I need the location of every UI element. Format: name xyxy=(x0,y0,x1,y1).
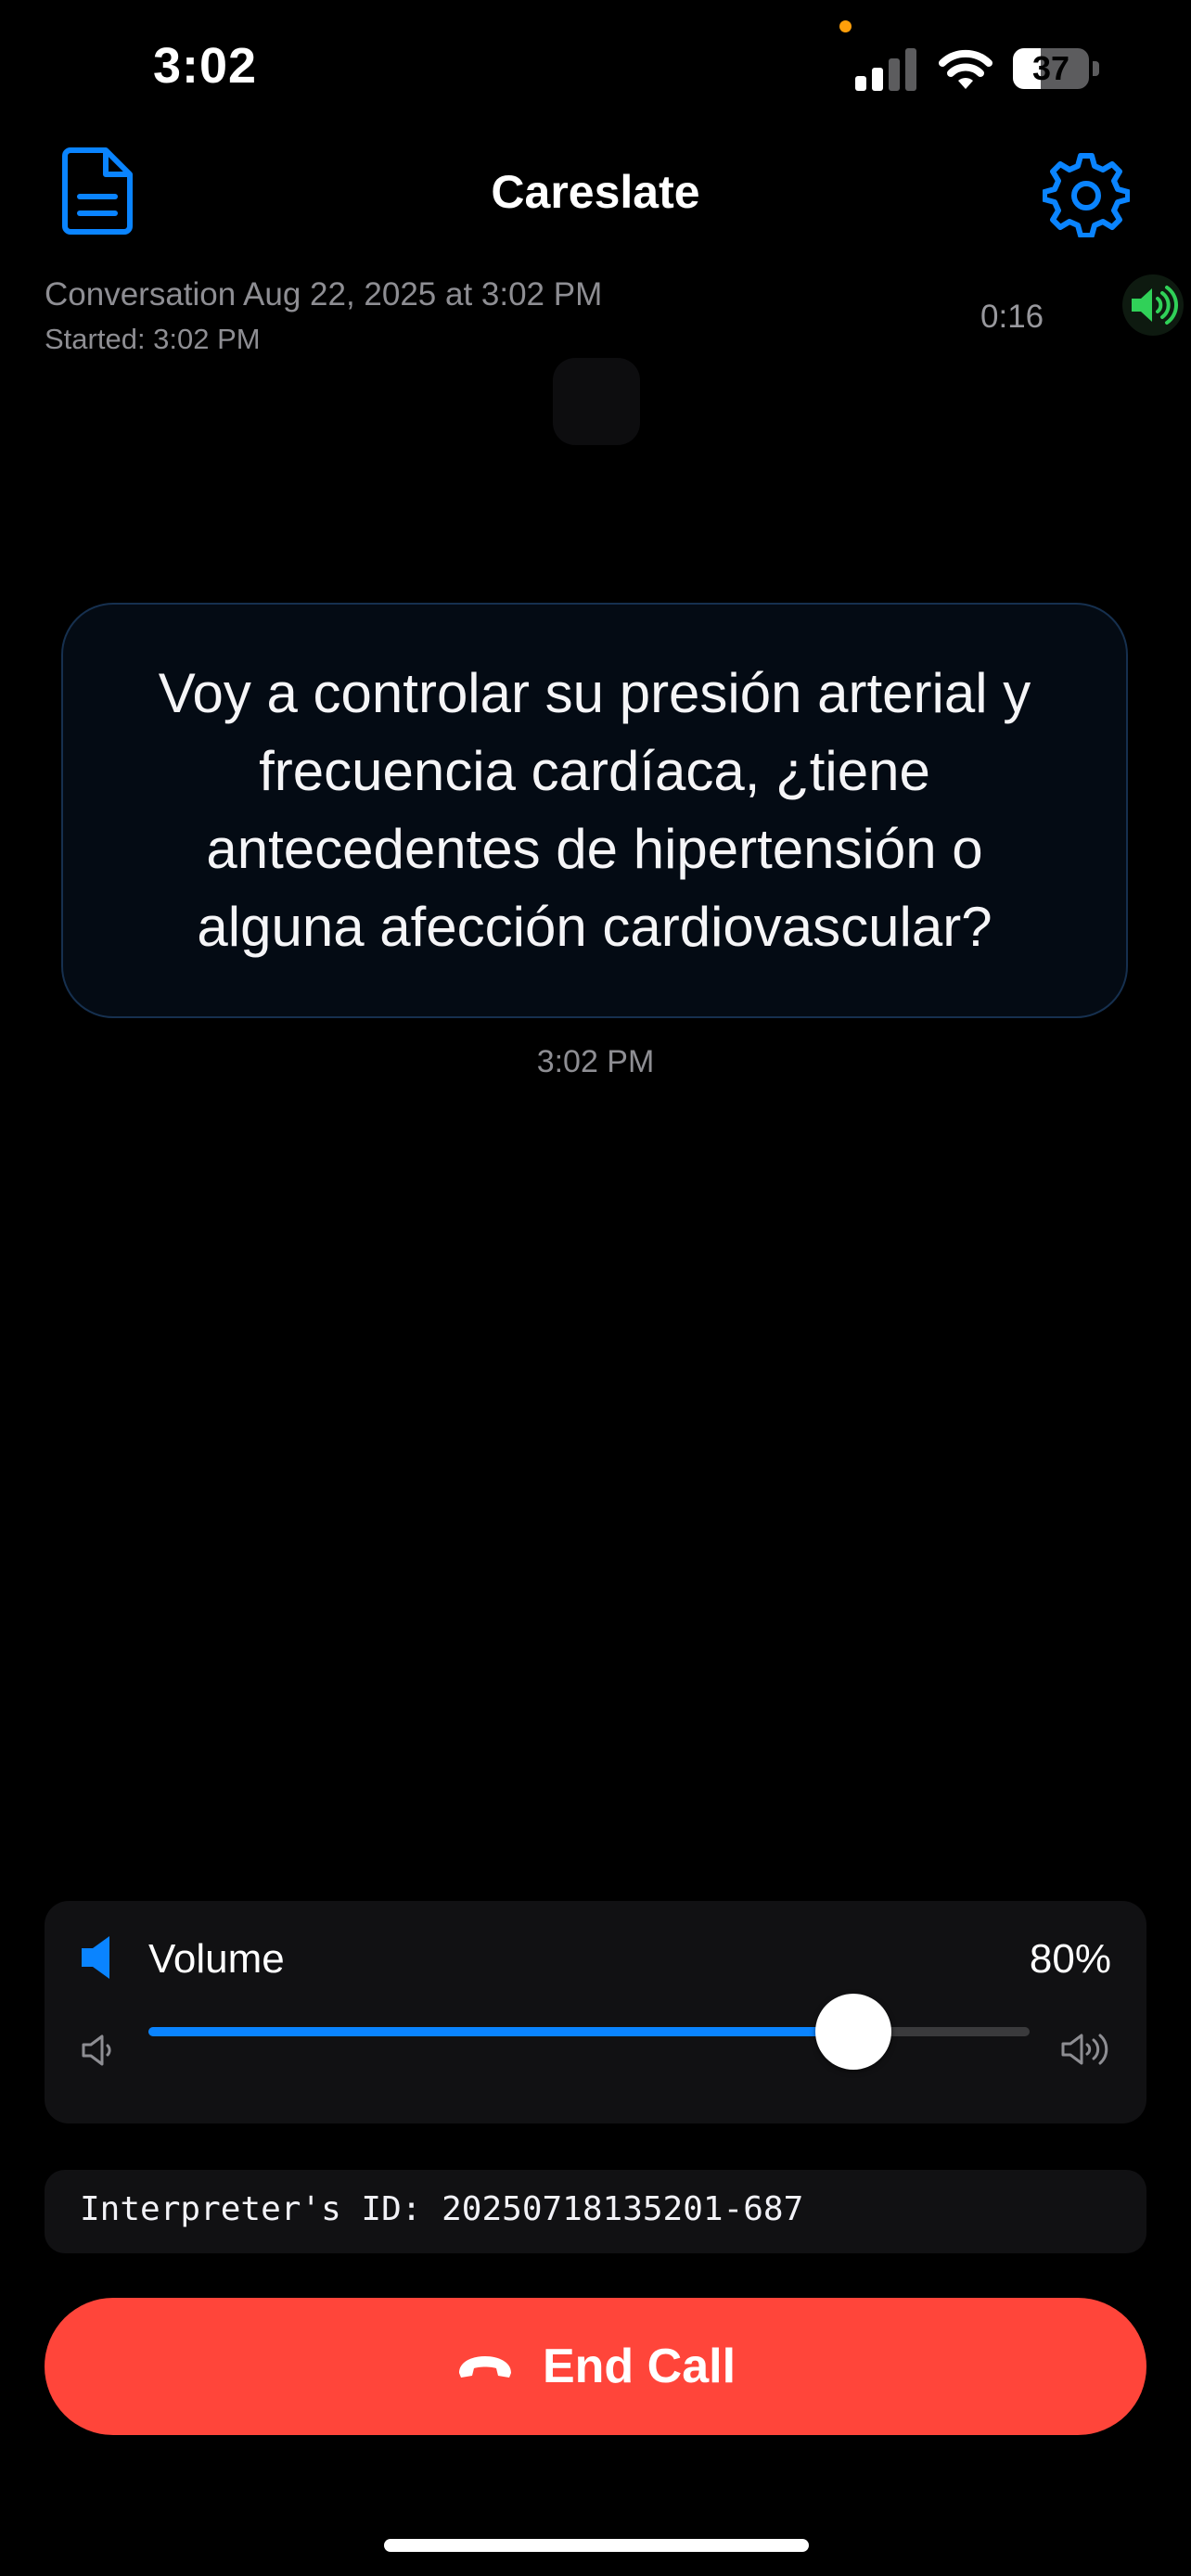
message-timestamp: 3:02 PM xyxy=(536,1044,655,1079)
gear-icon[interactable] xyxy=(1043,150,1130,237)
translation-bubble: Voy a controlar su presión arterial y fr… xyxy=(61,603,1128,1018)
volume-slider-thumb[interactable] xyxy=(815,1994,891,2070)
battery-indicator: 37 xyxy=(1013,48,1102,89)
wifi-icon xyxy=(939,49,992,89)
volume-min-icon xyxy=(82,2034,111,2066)
battery-percent: 37 xyxy=(1031,49,1070,87)
volume-panel xyxy=(45,1901,1146,2123)
end-call-label: End Call xyxy=(542,2340,736,2393)
end-call-button[interactable]: End Call xyxy=(45,2298,1146,2435)
volume-max-icon xyxy=(1061,2034,1108,2065)
interpreter-id: Interpreter's ID: 20250718135201-687 xyxy=(80,2190,804,2228)
volume-slider-fill xyxy=(148,2027,853,2036)
speaker-icon xyxy=(82,1936,109,1979)
placeholder-thumbnail xyxy=(553,358,640,445)
conversation-started-time: Started: 3:02 PM xyxy=(45,323,261,355)
volume-value: 80% xyxy=(1029,1936,1111,1982)
volume-slider[interactable] xyxy=(148,1994,1030,2070)
call-duration: 0:16 xyxy=(980,299,1044,335)
mic-indicator-dot xyxy=(839,20,852,32)
volume-label: Volume xyxy=(148,1936,285,1982)
conversation-title: Conversation Aug 22, 2025 at 3:02 PM xyxy=(45,276,603,312)
phone-hangup-icon xyxy=(458,2356,511,2378)
cellular-signal-icon xyxy=(855,48,916,91)
home-indicator[interactable] xyxy=(384,2539,809,2552)
translation-text: Voy a controlar su presión arterial y fr… xyxy=(158,662,1031,958)
speaker-active-icon xyxy=(1122,274,1184,336)
status-time: 3:02 xyxy=(153,38,258,94)
app-title: Careslate xyxy=(491,166,700,218)
